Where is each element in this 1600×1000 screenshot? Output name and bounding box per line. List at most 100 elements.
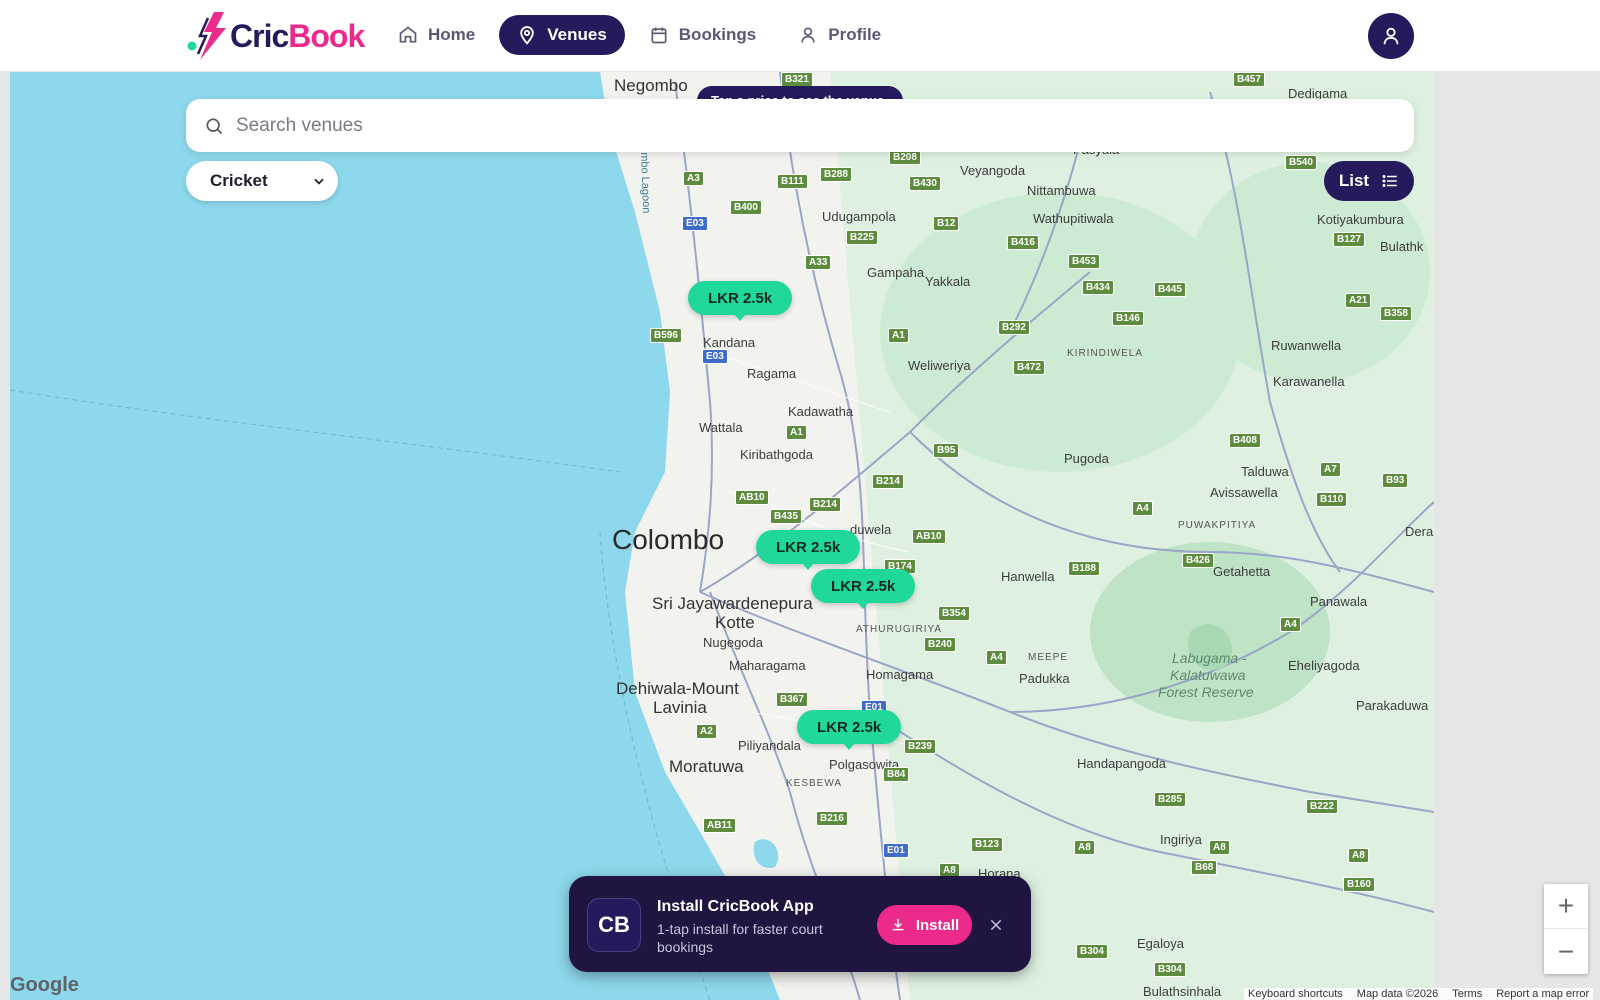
road-shield: B160	[1343, 877, 1375, 892]
map-label: Kotiyakumbura	[1317, 212, 1404, 227]
road-shield: AB10	[912, 529, 946, 544]
map-pin-icon	[520, 26, 534, 45]
terms-link[interactable]: Terms	[1452, 988, 1482, 1000]
install-subtitle: 1-tap install for faster court bookings	[657, 921, 823, 955]
close-banner-button[interactable]	[983, 912, 1009, 938]
map-label: Avissawella	[1210, 485, 1278, 500]
map-label: PUWAKPITIYA	[1178, 520, 1257, 531]
nav-bookings[interactable]: Bookings	[631, 15, 774, 55]
list-button-label: List	[1338, 171, 1370, 190]
road-shield: B400	[730, 200, 762, 215]
map-label: Forest Reserve	[1158, 684, 1254, 700]
road-shield: B225	[846, 230, 878, 245]
map-zoom-controls: + −	[1544, 884, 1588, 974]
map-label: Egaloya	[1137, 936, 1184, 951]
sport-filter-value: Cricket	[210, 171, 268, 190]
account-avatar-button[interactable]	[1368, 13, 1414, 59]
map-label: duwela	[850, 522, 892, 537]
home-icon	[399, 26, 417, 43]
install-button-label: Install	[915, 916, 960, 934]
venue-price-marker[interactable]: LKR 2.5k	[688, 281, 793, 321]
road-shield: B214	[872, 474, 904, 489]
road-shield: A21	[1345, 293, 1372, 308]
app-header: CricBook Home Venues Bookings Profile	[0, 0, 1600, 72]
map-label: Dera	[1405, 524, 1434, 539]
road-shield: A8	[1348, 848, 1369, 863]
map-label: Parakaduwa	[1356, 698, 1429, 713]
nav-venues[interactable]: Venues	[499, 15, 625, 55]
nav-venues-label: Venues	[547, 25, 607, 44]
main-nav: Home Venues Bookings Profile	[380, 15, 899, 55]
map-label: Yakkala	[925, 274, 971, 289]
nav-home[interactable]: Home	[380, 15, 493, 55]
road-shield: B288	[820, 167, 852, 182]
road-shield: B434	[1082, 280, 1114, 295]
road-shield: B354	[938, 606, 970, 621]
map-label: Wattala	[699, 420, 743, 435]
road-shield: A3	[683, 171, 704, 186]
zoom-out-button[interactable]: −	[1544, 929, 1588, 974]
map-label: Nittambuwa	[1027, 183, 1096, 198]
map-label: Handapangoda	[1077, 756, 1166, 771]
road-shield: B146	[1112, 311, 1144, 326]
venue-price-marker[interactable]: LKR 2.5k	[811, 569, 916, 609]
map-label: Negombo	[614, 76, 688, 95]
road-shield: B240	[924, 637, 956, 652]
map-label: Padukka	[1019, 671, 1070, 686]
map-label: Weliweriya	[908, 358, 971, 373]
install-button[interactable]: Install	[877, 905, 972, 945]
map-label: Dehiwala-Mount	[616, 679, 739, 698]
road-shield: B127	[1333, 232, 1365, 247]
keyboard-shortcuts-link[interactable]: Keyboard shortcuts	[1248, 988, 1343, 1000]
map-label: Hanwella	[1001, 569, 1055, 584]
road-shield: B95	[933, 443, 960, 458]
map-label: KIRINDIWELA	[1067, 348, 1144, 359]
road-shield: B457	[1233, 72, 1265, 87]
road-shield: B367	[776, 692, 808, 707]
road-shield: B304	[1076, 944, 1108, 959]
cricbook-logo[interactable]: CricBook	[186, 8, 365, 64]
install-title: Install CricBook App	[657, 898, 814, 915]
map-label: mbo Lagoon	[638, 152, 653, 214]
map-label: Eheliyagoda	[1288, 658, 1360, 673]
road-shield: B111	[777, 174, 808, 189]
road-shield: A4	[1280, 617, 1301, 632]
map-gutter	[1434, 72, 1600, 1000]
google-logo[interactable]: Google	[10, 974, 79, 997]
chevron-down-icon	[314, 178, 324, 185]
map-label: Bulathsinhala	[1143, 984, 1222, 999]
sport-filter-select[interactable]: Cricket	[186, 161, 338, 201]
map-label: Talduwa	[1241, 464, 1289, 479]
report-error-link[interactable]: Report a map error	[1496, 988, 1589, 1000]
venue-price-marker[interactable]: LKR 2.5k	[756, 530, 861, 570]
download-icon	[892, 919, 904, 931]
nav-profile-label: Profile	[828, 25, 882, 44]
road-shield: B214	[809, 497, 841, 512]
search-input[interactable]	[236, 114, 1336, 137]
map-label: Nugegoda	[703, 635, 763, 650]
nav-profile[interactable]: Profile	[780, 15, 899, 55]
road-shield: A4	[986, 650, 1007, 665]
venue-map[interactable]: Negombo Colombo Sri Jayawardenepura Kott…	[10, 72, 1434, 1000]
road-shield: B292	[998, 320, 1030, 335]
zoom-in-button[interactable]: +	[1544, 884, 1588, 929]
map-label: Udugampola	[822, 209, 896, 224]
list-view-button[interactable]: List	[1324, 161, 1414, 201]
road-shield: B472	[1013, 360, 1045, 375]
logo-text: CricBook	[230, 17, 365, 54]
map-label: KESBEWA	[786, 778, 843, 789]
road-shield: B540	[1285, 155, 1317, 170]
map-label: Labugama -	[1172, 650, 1247, 666]
user-icon	[801, 27, 815, 43]
road-shield: B416	[1007, 235, 1039, 250]
road-shield: E03	[702, 349, 728, 364]
map-label: Colombo	[612, 524, 725, 555]
nav-bookings-label: Bookings	[678, 25, 757, 44]
road-shield: AB10	[735, 490, 769, 505]
road-shield: B285	[1154, 792, 1186, 807]
road-shield: B426	[1182, 553, 1214, 568]
road-shield: AB11	[703, 818, 737, 833]
map-label: Ruwanwella	[1271, 338, 1342, 353]
venue-price-marker[interactable]: LKR 2.5k	[797, 710, 902, 750]
road-shield: A1	[888, 328, 909, 343]
